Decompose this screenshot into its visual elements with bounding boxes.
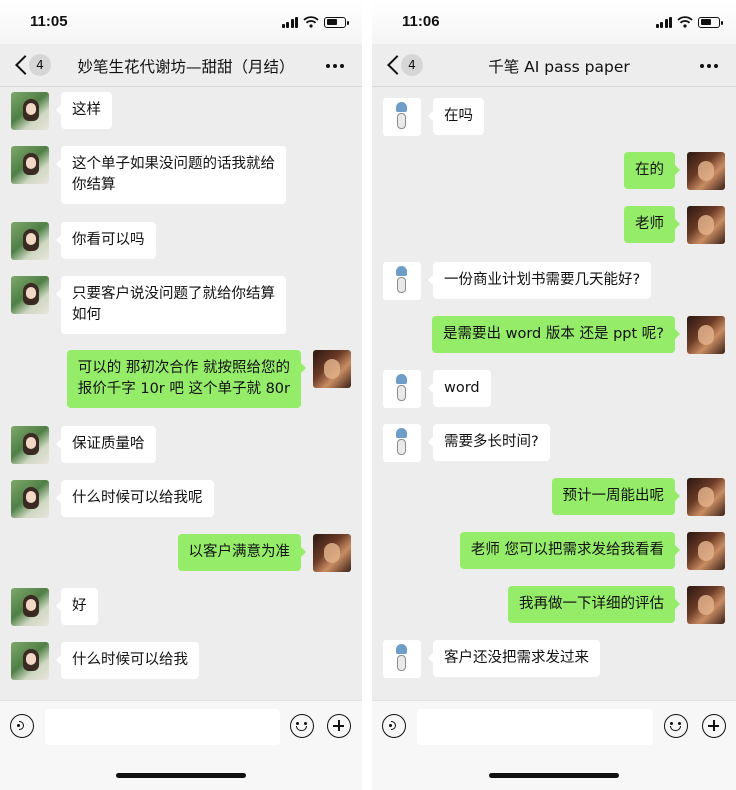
contact-avatar[interactable]: [383, 424, 421, 462]
wifi-icon: [677, 16, 693, 28]
my-avatar[interactable]: [313, 350, 351, 388]
message-bubble[interactable]: 可以的 那初次合作 就按照给您的 报价千字 10r 吧 这个单子就 80r: [66, 350, 307, 408]
home-indicator: [116, 773, 246, 778]
status-time: 11:05: [30, 13, 68, 30]
message-text: 在的: [635, 162, 664, 178]
message-text: 什么时候可以给我: [72, 652, 188, 668]
my-avatar[interactable]: [687, 532, 725, 570]
message-text: 一份商业计划书需要几天能好?: [444, 272, 641, 288]
message-text: 我再做一下详细的评估: [519, 596, 664, 612]
message-bubble[interactable]: 你看可以吗: [56, 222, 156, 259]
contact-avatar[interactable]: [383, 370, 421, 408]
message-bubble[interactable]: 在的: [624, 152, 680, 189]
message-bubble[interactable]: 只要客户说没问题了就给你结算 如何: [56, 276, 286, 334]
message-text: 你结算: [72, 177, 116, 193]
voice-icon[interactable]: [10, 714, 34, 738]
message-bubble[interactable]: 以客户满意为准: [177, 534, 306, 571]
home-indicator: [489, 773, 619, 778]
contact-avatar[interactable]: [383, 640, 421, 678]
message-bubble[interactable]: 老师: [624, 206, 680, 243]
message-bubble[interactable]: word: [428, 370, 491, 407]
message-bubble[interactable]: 我再做一下详细的评估: [508, 586, 680, 623]
message-text: 只要客户说没问题了就给你结算: [72, 286, 275, 302]
input-bar: [0, 700, 362, 790]
message-text: 保证质量哈: [72, 436, 145, 452]
message-bubble[interactable]: 好: [56, 588, 98, 625]
contact-avatar[interactable]: [383, 98, 421, 136]
voice-icon[interactable]: [382, 714, 406, 738]
message-text: 如何: [72, 307, 101, 323]
message-text: 以客户满意为准: [188, 544, 291, 560]
battery-icon: [698, 16, 723, 28]
message-bubble[interactable]: 这样: [56, 92, 112, 129]
my-avatar[interactable]: [687, 316, 725, 354]
message-text: 老师: [635, 216, 664, 232]
message-text: 在吗: [444, 108, 473, 124]
message-text: 这样: [72, 102, 101, 118]
message-bubble[interactable]: 在吗: [428, 98, 484, 135]
my-avatar[interactable]: [313, 534, 351, 572]
plus-icon[interactable]: [702, 714, 726, 738]
contact-avatar[interactable]: [11, 222, 49, 260]
chat-title: 妙笔生花代谢坊—甜甜（月结）: [77, 58, 295, 76]
contact-avatar[interactable]: [383, 262, 421, 300]
plus-icon[interactable]: [327, 714, 351, 738]
emoji-icon[interactable]: [664, 714, 688, 738]
more-icon[interactable]: [326, 64, 344, 68]
chat-header: 4 千笔 AI pass paper: [372, 44, 736, 87]
chat-title: 千笔 AI pass paper: [488, 58, 630, 76]
message-text: 这个单子如果没问题的话我就给: [72, 156, 275, 172]
my-avatar[interactable]: [687, 152, 725, 190]
contact-avatar[interactable]: [11, 92, 49, 130]
message-bubble[interactable]: 一份商业计划书需要几天能好?: [427, 262, 652, 299]
message-text: 好: [72, 598, 87, 614]
message-text: 预计一周能出呢: [562, 488, 665, 504]
signal-icon: [281, 16, 298, 28]
status-bar: 11:05: [0, 0, 362, 44]
chat-header: 4 妙笔生花代谢坊—甜甜（月结）: [0, 44, 362, 87]
my-avatar[interactable]: [687, 206, 725, 244]
message-text: 老师 您可以把需求发给我看看: [470, 542, 664, 558]
message-text: 报价千字 10r 吧 这个单子就 80r: [77, 381, 290, 397]
message-bubble[interactable]: 这个单子如果没问题的话我就给 你结算: [56, 146, 286, 204]
message-text: 什么时候可以给我呢: [72, 490, 203, 506]
left-chat-screen: 11:05 4 妙笔生花代谢坊—甜甜（月结） 这样这个单子如果没问题的话我就给你…: [0, 0, 362, 790]
message-input[interactable]: [45, 709, 280, 745]
contact-avatar[interactable]: [11, 480, 49, 518]
message-bubble[interactable]: 老师 您可以把需求发给我看看: [459, 532, 681, 569]
my-avatar[interactable]: [687, 478, 725, 516]
more-icon[interactable]: [700, 64, 718, 68]
contact-avatar[interactable]: [11, 588, 49, 626]
message-text: 客户还没把需求发过来: [444, 650, 589, 666]
unread-count-badge: 4: [401, 54, 423, 76]
message-text: 你看可以吗: [72, 232, 145, 248]
message-bubble[interactable]: 预计一周能出呢: [551, 478, 680, 515]
unread-count-badge: 4: [29, 54, 51, 76]
wifi-icon: [303, 16, 319, 28]
message-text: word: [444, 380, 480, 396]
message-bubble[interactable]: 保证质量哈: [56, 426, 156, 463]
contact-avatar[interactable]: [11, 276, 49, 314]
message-text: 需要多长时间?: [444, 434, 539, 450]
message-text: 是需要出 word 版本 还是 ppt 呢?: [443, 326, 664, 342]
message-bubble[interactable]: 客户还没把需求发过来: [428, 640, 600, 677]
battery-icon: [324, 16, 349, 28]
contact-avatar[interactable]: [11, 426, 49, 464]
status-bar: 11:06: [372, 0, 736, 44]
emoji-icon[interactable]: [290, 714, 314, 738]
my-avatar[interactable]: [687, 586, 725, 624]
signal-icon: [655, 16, 672, 28]
status-time: 11:06: [402, 13, 440, 30]
message-bubble[interactable]: 什么时候可以给我: [56, 642, 199, 679]
message-text: 可以的 那初次合作 就按照给您的: [77, 360, 290, 376]
contact-avatar[interactable]: [11, 642, 49, 680]
contact-avatar[interactable]: [11, 146, 49, 184]
message-bubble[interactable]: 什么时候可以给我呢: [56, 480, 214, 517]
message-bubble[interactable]: 是需要出 word 版本 还是 ppt 呢?: [432, 316, 680, 353]
message-input[interactable]: [417, 709, 653, 745]
input-bar: [372, 700, 736, 790]
right-chat-screen: 11:06 4 千笔 AI pass paper 在吗在的老师一份商业计划书需要…: [372, 0, 736, 790]
message-bubble[interactable]: 需要多长时间?: [428, 424, 550, 461]
